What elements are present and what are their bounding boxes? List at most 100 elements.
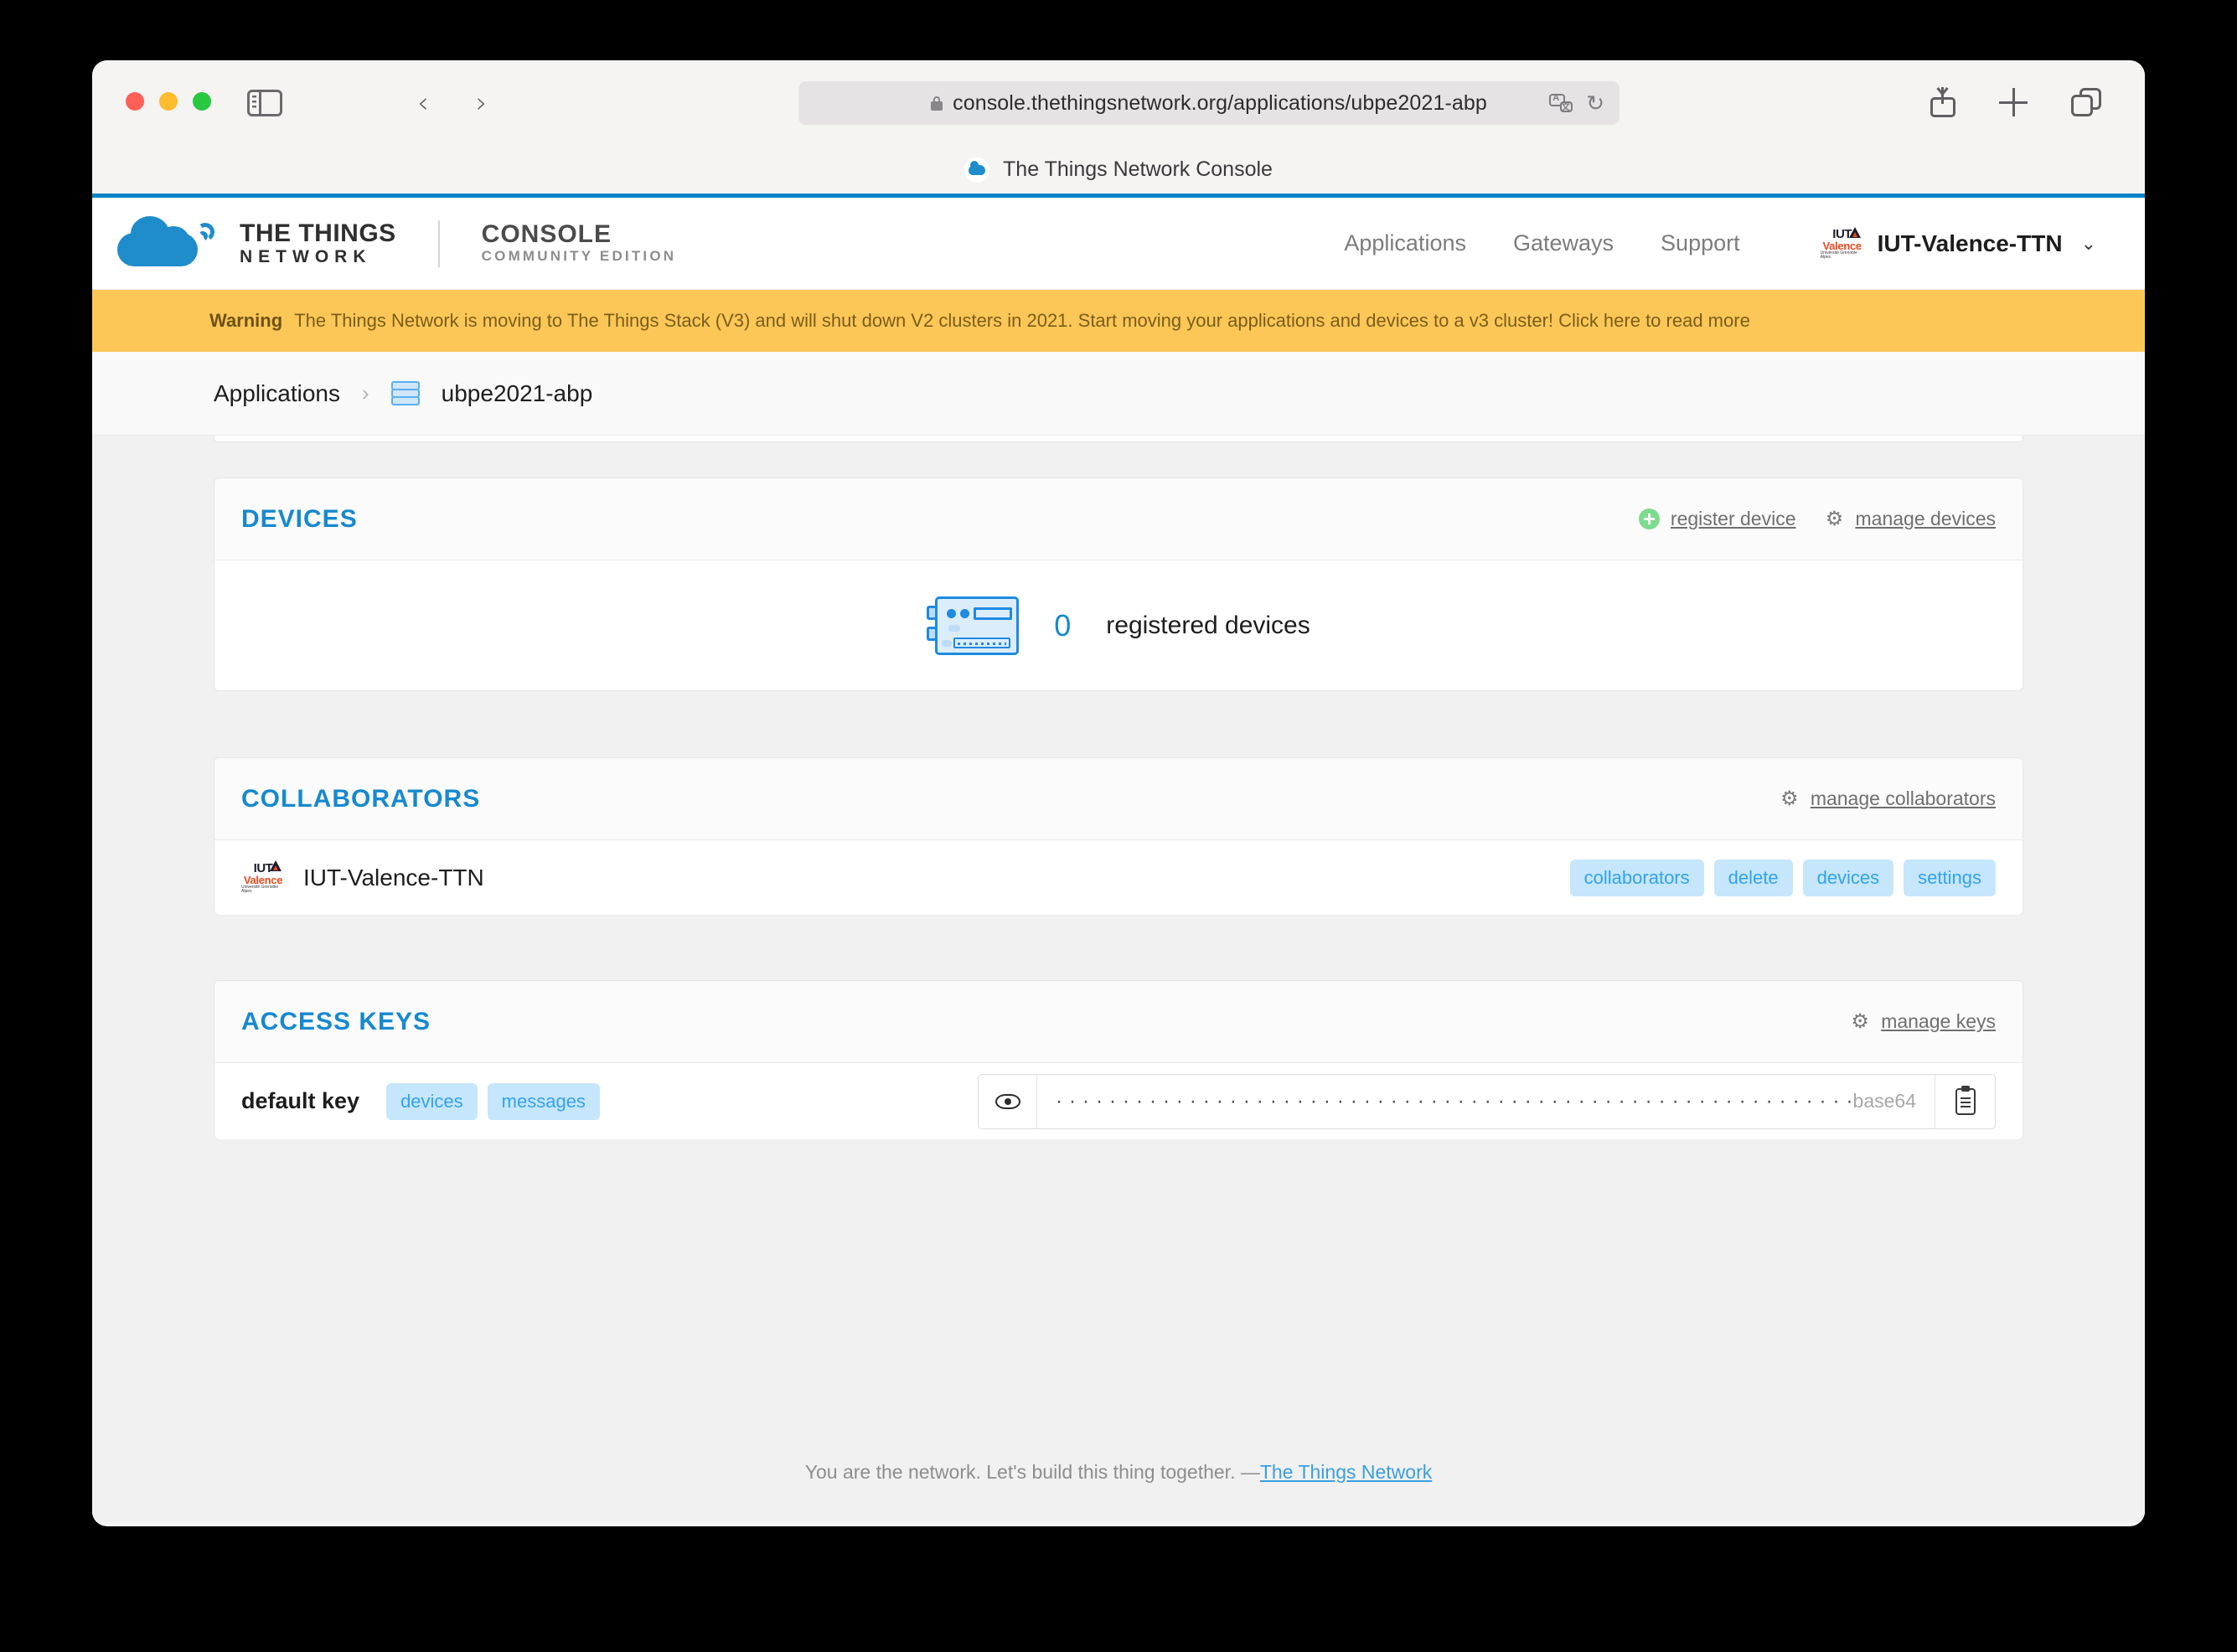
breadcrumb-applications[interactable]: Applications — [214, 380, 340, 407]
avatar-city: Valence — [243, 873, 283, 886]
reload-icon[interactable]: ↻ — [1586, 92, 1604, 114]
translate-icon[interactable]: A 文 — [1549, 93, 1573, 112]
user-menu[interactable]: IUT Valence Université Grenoble Alpes IU… — [1820, 225, 2096, 261]
breadcrumb-separator: › — [361, 380, 369, 405]
console-line-1: CONSOLE — [481, 220, 612, 249]
access-keys-actions: ⚙ manage keys — [1850, 1010, 1996, 1033]
brand-wordmark: THE THINGS NETWORK — [240, 220, 396, 266]
collaborators-panel-header: COLLABORATORS ⚙ manage collaborators — [214, 758, 2023, 840]
back-icon[interactable]: ‹ — [417, 89, 429, 117]
breadcrumb: Applications › ubpe2021-abp — [92, 352, 2145, 436]
close-window-button[interactable] — [126, 92, 144, 111]
forward-icon[interactable]: › — [476, 89, 488, 117]
footer-link[interactable]: The Things Network — [1260, 1461, 1432, 1484]
avatar-city: Valence — [1822, 239, 1862, 252]
registered-device-count: 0 — [1054, 607, 1072, 643]
table-row[interactable]: IUT Valence Université Grenoble Alpes IU… — [214, 840, 2023, 915]
share-icon[interactable] — [1930, 87, 1955, 117]
address-bar-actions: A 文 ↻ — [1549, 81, 1604, 125]
registered-device-label: registered devices — [1106, 611, 1310, 639]
devices-panel: DEVICES register device ⚙ manage devices — [214, 478, 2023, 691]
access-key-masked-value: ········································… — [1056, 1089, 1853, 1113]
access-key-name: default key — [241, 1088, 360, 1113]
main-nav: Applications Gateways Support IUT Valenc… — [1344, 225, 2096, 261]
collaborators-panel: COLLABORATORS ⚙ manage collaborators IUT… — [214, 757, 2023, 915]
access-key-field[interactable]: ········································… — [978, 1073, 1996, 1129]
eye-icon — [995, 1093, 1020, 1109]
access-keys-title: ACCESS KEYS — [241, 1007, 431, 1035]
cloud-logo-icon — [117, 214, 220, 273]
collaborators-title: COLLABORATORS — [241, 784, 481, 813]
tab-overview-icon[interactable] — [2071, 88, 2101, 116]
tag-devices[interactable]: devices — [386, 1082, 478, 1120]
breadcrumb-current: ubpe2021-abp — [441, 379, 593, 406]
toolbar-actions — [1930, 87, 2101, 117]
lock-icon — [931, 96, 943, 111]
register-device-label: register device — [1670, 508, 1796, 529]
address-bar-text: console.thethingsnetwork.org/application… — [953, 90, 1487, 115]
translate-letter-a: A — [1552, 93, 1560, 103]
plus-circle-icon — [1638, 509, 1660, 529]
avatar-subtitle: Université Grenoble Alpes — [1820, 250, 1857, 260]
access-key-rights: devices messages — [386, 1082, 600, 1120]
copy-key-button[interactable] — [1935, 1074, 1995, 1128]
warning-text: The Things Network is moving to The Thin… — [294, 310, 1750, 331]
maximize-window-button[interactable] — [193, 92, 211, 111]
access-key-encoding: base64 — [1852, 1090, 1916, 1112]
clipboard-icon — [1955, 1085, 1976, 1115]
window-controls — [126, 92, 211, 111]
site-header: THE THINGS NETWORK CONSOLE COMMUNITY EDI… — [92, 198, 2145, 290]
tag-settings[interactable]: settings — [1904, 859, 1996, 896]
tag-messages[interactable]: messages — [487, 1082, 600, 1120]
favicon-icon — [964, 157, 990, 183]
avatar-subtitle: Université Grenoble Alpes — [241, 884, 279, 894]
page-viewport: THE THINGS NETWORK CONSOLE COMMUNITY EDI… — [92, 198, 2145, 1522]
avatar: IUT Valence Université Grenoble Alpes — [1820, 225, 1864, 261]
nav-item-applications[interactable]: Applications — [1344, 230, 1466, 256]
browser-toolbar: ‹ › console.thethingsnetwork.org/applica… — [92, 60, 2145, 146]
register-device-action[interactable]: register device — [1638, 508, 1796, 530]
collaborator-name: IUT-Valence-TTN — [303, 864, 484, 891]
gear-icon: ⚙ — [1780, 787, 1799, 810]
access-keys-panel-header: ACCESS KEYS ⚙ manage keys — [214, 981, 2023, 1063]
avatar: IUT Valence Université Grenoble Alpes — [241, 859, 285, 896]
active-tab-title[interactable]: The Things Network Console — [1003, 157, 1273, 182]
devices-title: DEVICES — [241, 504, 358, 533]
manage-keys-label: manage keys — [1881, 1010, 1996, 1032]
translate-letter-x: 文 — [1561, 102, 1571, 112]
manage-collaborators-action[interactable]: ⚙ manage collaborators — [1780, 787, 1996, 810]
gear-icon: ⚙ — [1825, 507, 1844, 530]
gear-icon: ⚙ — [1851, 1009, 1869, 1033]
new-tab-icon[interactable] — [1999, 88, 2028, 116]
toggle-key-visibility-button[interactable] — [979, 1074, 1037, 1128]
chevron-down-icon[interactable]: ⌄ — [2081, 233, 2096, 255]
warning-label: Warning — [209, 310, 283, 331]
manage-devices-label: manage devices — [1855, 508, 1997, 529]
manage-keys-action[interactable]: ⚙ manage keys — [1850, 1010, 1996, 1033]
tag-delete[interactable]: delete — [1713, 859, 1793, 896]
devices-actions: register device ⚙ manage devices — [1638, 507, 1997, 530]
collaborators-actions: ⚙ manage collaborators — [1780, 787, 1996, 810]
address-bar[interactable]: console.thethingsnetwork.org/application… — [798, 81, 1620, 125]
warning-banner[interactable]: Warning The Things Network is moving to … — [92, 290, 2145, 352]
nav-item-gateways[interactable]: Gateways — [1513, 230, 1614, 256]
browser-window: ‹ › console.thethingsnetwork.org/applica… — [92, 60, 2145, 1526]
devices-panel-header: DEVICES register device ⚙ manage devices — [214, 478, 2023, 560]
table-row: default key devices messages ···········… — [214, 1063, 2023, 1139]
brand-line-1: THE THINGS — [240, 219, 396, 248]
manage-devices-action[interactable]: ⚙ manage devices — [1825, 507, 1997, 530]
scrolled-panel-edge — [214, 436, 2023, 442]
devices-empty-state: 0 registered devices — [214, 560, 2023, 690]
tag-devices[interactable]: devices — [1802, 859, 1894, 896]
user-name: IUT-Valence-TTN — [1877, 230, 2063, 256]
ttn-logo[interactable]: THE THINGS NETWORK CONSOLE COMMUNITY EDI… — [117, 214, 676, 273]
console-wordmark: CONSOLE COMMUNITY EDITION — [482, 221, 677, 265]
application-stack-icon — [390, 380, 420, 406]
main-content: DEVICES register device ⚙ manage devices — [92, 436, 2145, 1522]
nav-item-support[interactable]: Support — [1661, 230, 1740, 256]
minimize-window-button[interactable] — [159, 92, 178, 111]
console-line-2: COMMUNITY EDITION — [481, 248, 677, 265]
tag-collaborators[interactable]: collaborators — [1569, 859, 1704, 896]
sidebar-toggle-icon[interactable] — [247, 90, 282, 116]
tab-strip: The Things Network Console — [92, 146, 2145, 198]
